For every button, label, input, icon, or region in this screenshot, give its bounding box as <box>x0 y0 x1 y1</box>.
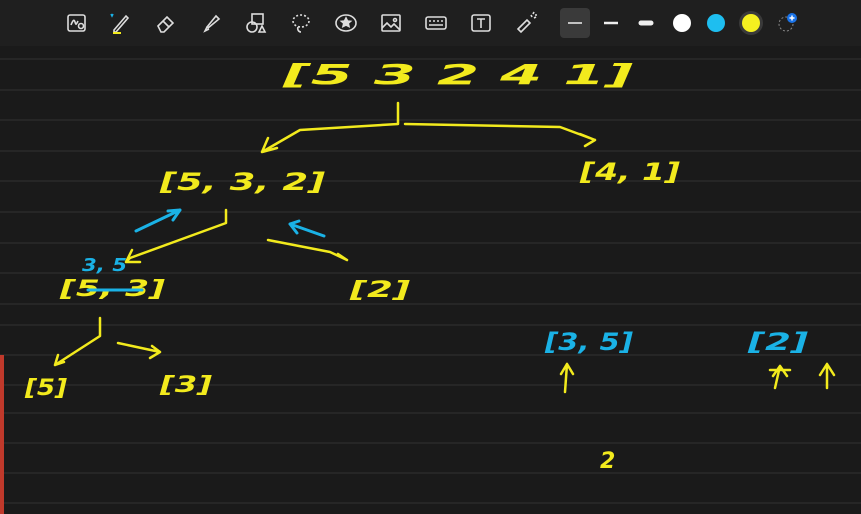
pen-icon[interactable] <box>106 8 136 38</box>
merged-35-note: 3, 5 <box>82 255 127 276</box>
stroke-medium-icon[interactable] <box>596 8 626 38</box>
shapes-icon[interactable] <box>241 8 271 38</box>
leaf-3-note: [3] <box>159 373 212 398</box>
left-right-note: [2] <box>348 278 410 303</box>
keyboard-icon[interactable] <box>421 8 451 38</box>
highlighter-icon[interactable] <box>196 8 226 38</box>
color-white-swatch[interactable] <box>673 14 691 32</box>
leaf-5-note: [5] <box>24 376 67 401</box>
root-array-note: [5 3 2 4 1] <box>281 58 634 91</box>
app-window: [5 3 2 4 1] [5, 3, 2] [4, 1] [5, 3] [2] … <box>0 0 861 514</box>
image-icon[interactable] <box>376 8 406 38</box>
eraser-icon[interactable] <box>151 8 181 38</box>
window-edge-indicator <box>0 355 4 514</box>
handwriting-search-icon[interactable] <box>62 8 92 38</box>
textbox-icon[interactable] <box>466 8 496 38</box>
color-blue-swatch[interactable] <box>707 14 725 32</box>
result-35-note: [3, 5] <box>544 328 633 356</box>
left-half-note: [5, 3, 2] <box>158 168 325 196</box>
stroke-thin-icon[interactable] <box>560 8 590 38</box>
result-2-note: [2] <box>746 328 808 356</box>
toolbar <box>0 0 861 46</box>
laser-pointer-icon[interactable] <box>511 8 541 38</box>
add-color-icon[interactable] <box>772 8 802 38</box>
color-yellow-swatch[interactable] <box>742 14 760 32</box>
lasso-icon[interactable] <box>286 8 316 38</box>
stroke-thick-icon[interactable] <box>631 8 661 38</box>
bottom-number-note: 2 <box>600 449 615 474</box>
right-half-note: [4, 1] <box>579 158 680 186</box>
yellow-strokes <box>53 101 836 394</box>
notebook-canvas[interactable]: [5 3 2 4 1] [5, 3, 2] [4, 1] [5, 3] [2] … <box>0 46 861 514</box>
sticker-icon[interactable] <box>331 8 361 38</box>
